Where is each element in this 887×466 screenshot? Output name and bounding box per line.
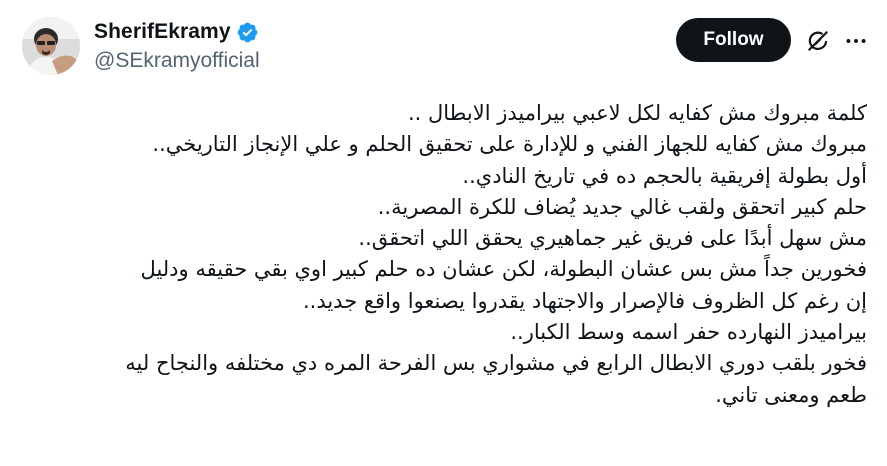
avatar-photo (22, 17, 80, 75)
author-handle[interactable]: @SEkramyofficial (94, 49, 260, 73)
tweet-line: بيراميدز النهارده حفر اسمه وسط الكبار.. (510, 320, 867, 345)
tweet-line: مش سهل أبدًا على فريق غير جماهيري يحقق ا… (358, 226, 867, 251)
display-name-row: SherifEkramy (94, 18, 260, 46)
author-names: SherifEkramy @SEkramyofficial (94, 18, 260, 73)
tweet-line: مبروك مش كفايه للجهاز الفني و للإدارة عل… (152, 132, 867, 157)
tweet-line: حلم كبير اتحقق ولقب غالي جديد يُضاف للكر… (377, 194, 867, 219)
tweet-line: فخور بلقب دوري الابطال الرابع في مشواري … (125, 351, 867, 376)
tweet-header: SherifEkramy @SEkramyofficial Follow (0, 0, 887, 90)
follow-button[interactable]: Follow (676, 18, 791, 62)
tweet-line: أول بطولة إفريقية بالحجم ده في تاريخ الن… (462, 163, 867, 188)
avatar[interactable] (22, 17, 80, 75)
tweet-line: فخورين جداً مش بس عشان البطولة، لكن عشان… (140, 257, 867, 282)
tweet-text: كلمة مبروك مش كفايه لكل لاعبي بيراميدز ا… (17, 98, 867, 411)
verified-badge-icon[interactable] (236, 21, 259, 44)
display-name[interactable]: SherifEkramy (94, 20, 231, 44)
tweet-card: SherifEkramy @SEkramyofficial Follow كلم… (0, 0, 887, 466)
tweet-line: إن رغم كل الظروف فالإصرار والاجتهاد يقدر… (302, 288, 867, 313)
more-icon[interactable] (843, 28, 869, 54)
tweet-line: كلمة مبروك مش كفايه لكل لاعبي بيراميدز ا… (407, 101, 867, 125)
tweet-line: طعم ومعنى تاني. (715, 382, 867, 407)
grok-icon[interactable] (805, 28, 831, 54)
